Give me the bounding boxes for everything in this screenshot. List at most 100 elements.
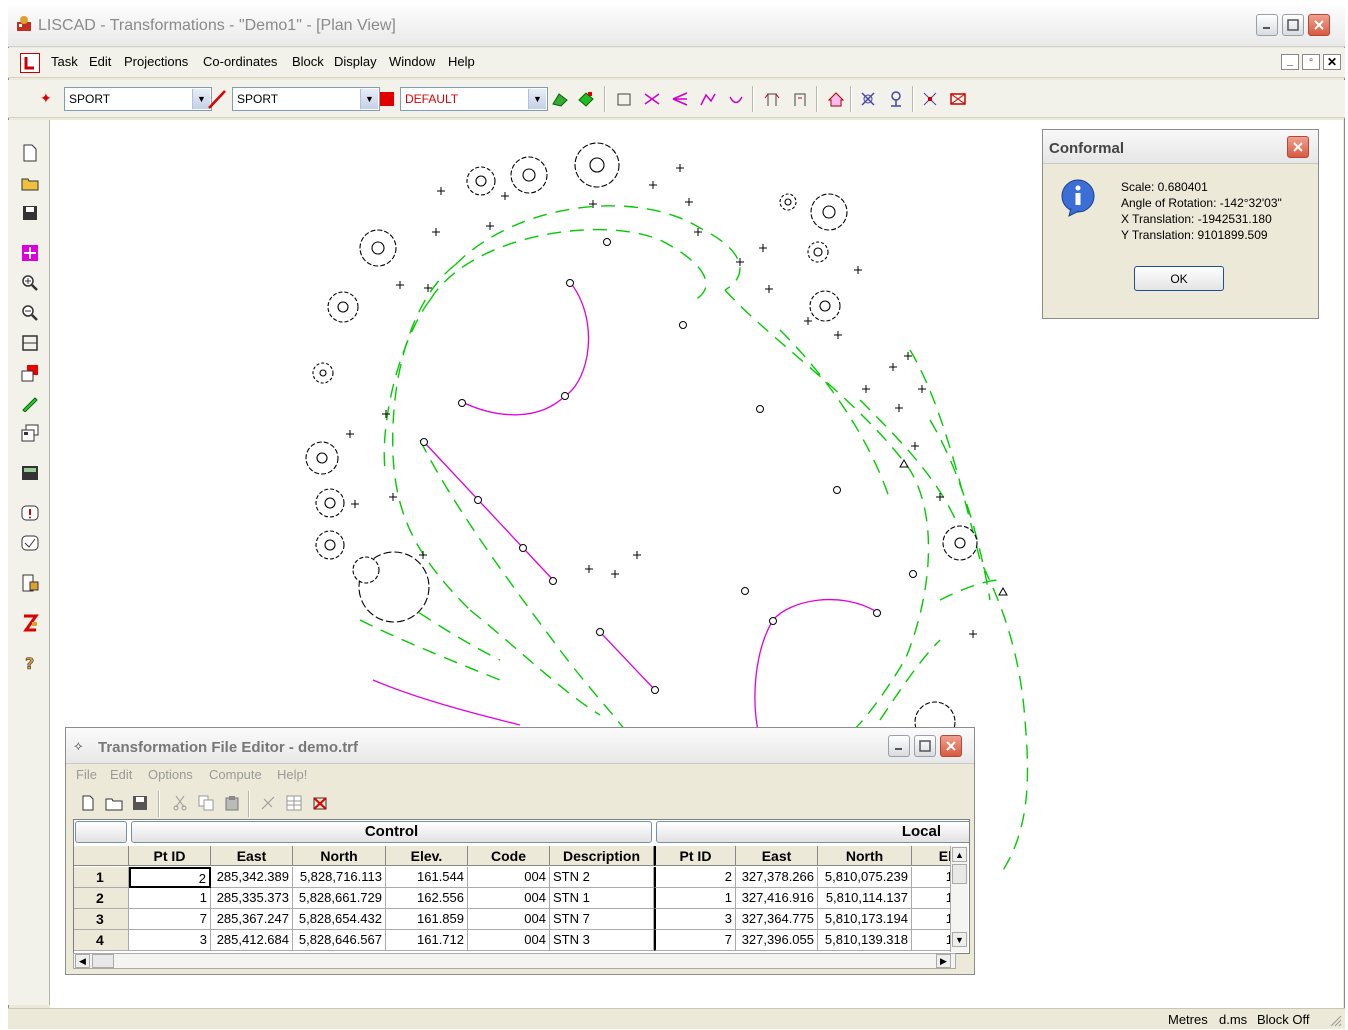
- polyline-tool-icon[interactable]: [696, 87, 720, 111]
- editor-menu-help[interactable]: Help!: [277, 767, 307, 782]
- col-local-ptid[interactable]: Pt ID: [654, 846, 736, 866]
- description-cell[interactable]: STN 7: [550, 909, 654, 930]
- mdi-restore-button[interactable]: ▫: [1302, 54, 1320, 70]
- code-cell[interactable]: 004: [468, 888, 550, 909]
- zoom-extents-icon[interactable]: [19, 242, 41, 264]
- control-ptid-cell[interactable]: 2: [129, 867, 211, 888]
- control-ptid-cell[interactable]: 1: [129, 888, 211, 909]
- control-ptid-cell[interactable]: 7: [129, 909, 211, 930]
- scroll-right-icon[interactable]: ▶: [936, 954, 951, 968]
- menu-window[interactable]: Window: [389, 54, 435, 69]
- col-control-code[interactable]: Code: [468, 846, 550, 866]
- local-ptid-cell[interactable]: 3: [654, 909, 736, 930]
- menu-display[interactable]: Display: [334, 54, 377, 69]
- copy-icon[interactable]: [194, 791, 218, 815]
- save-icon[interactable]: [128, 791, 152, 815]
- alert-icon[interactable]: [19, 502, 41, 524]
- rectangle-tool-icon[interactable]: [612, 87, 636, 111]
- control-north-cell[interactable]: 5,828,654.432: [293, 909, 386, 930]
- control-east-cell[interactable]: 285,335.373: [211, 888, 293, 909]
- zoom-out-icon[interactable]: [19, 302, 41, 324]
- open-folder-icon[interactable]: [102, 791, 126, 815]
- control-north-cell[interactable]: 5,828,661.729: [293, 888, 386, 909]
- pin-tool-icon[interactable]: [884, 87, 908, 111]
- menu-block[interactable]: Block: [292, 54, 324, 69]
- col-local-east[interactable]: East: [736, 846, 818, 866]
- paste-icon[interactable]: [220, 791, 244, 815]
- line-layer-select[interactable]: SPORT ▼: [232, 87, 380, 111]
- scroll-thumb[interactable]: [952, 864, 967, 884]
- minimize-button[interactable]: [1256, 14, 1278, 36]
- layer-tool-1-icon[interactable]: [548, 87, 572, 111]
- col-control-ptid[interactable]: Pt ID: [129, 846, 211, 866]
- local-east-cell[interactable]: 327,378.266: [736, 867, 818, 888]
- control-east-cell[interactable]: 285,367.247: [211, 909, 293, 930]
- col-control-description[interactable]: Description: [550, 846, 654, 866]
- arc-tool-icon[interactable]: [724, 87, 748, 111]
- control-north-cell[interactable]: 5,828,646.567: [293, 930, 386, 951]
- move-point-icon[interactable]: [760, 87, 784, 111]
- description-cell[interactable]: STN 2: [550, 867, 654, 888]
- house-tool-icon[interactable]: [824, 87, 848, 111]
- new-file-icon[interactable]: [19, 142, 41, 164]
- save-icon[interactable]: [19, 202, 41, 224]
- scroll-up-icon[interactable]: ▲: [952, 847, 967, 862]
- control-east-cell[interactable]: 285,342.389: [211, 867, 293, 888]
- local-ptid-cell[interactable]: 2: [654, 867, 736, 888]
- col-control-north[interactable]: North: [293, 846, 386, 866]
- zoom-in-icon[interactable]: [19, 272, 41, 294]
- open-folder-icon[interactable]: [19, 172, 41, 194]
- dialog-close-button[interactable]: [1287, 136, 1309, 158]
- transform-tool-icon[interactable]: [856, 87, 880, 111]
- editor-minimize-button[interactable]: [888, 735, 910, 757]
- scroll-left-icon[interactable]: ◀: [75, 954, 90, 968]
- control-north-cell[interactable]: 5,828,716.113: [293, 867, 386, 888]
- control-elev-cell[interactable]: 161.859: [386, 909, 468, 930]
- control-elev-cell[interactable]: 161.544: [386, 867, 468, 888]
- menu-edit[interactable]: Edit: [89, 54, 111, 69]
- description-cell[interactable]: STN 1: [550, 888, 654, 909]
- report-icon[interactable]: [19, 572, 41, 594]
- col-local-north[interactable]: North: [818, 846, 912, 866]
- menu-coordinates[interactable]: Co-ordinates: [203, 54, 277, 69]
- grid-horizontal-scrollbar[interactable]: ◀ ▶: [73, 953, 956, 969]
- editor-menu-options[interactable]: Options: [148, 767, 193, 782]
- help-icon[interactable]: ?: [19, 652, 41, 674]
- control-ptid-cell[interactable]: 3: [129, 930, 211, 951]
- windows-icon[interactable]: [19, 422, 41, 444]
- control-east-cell[interactable]: 285,412.684: [211, 930, 293, 951]
- description-cell[interactable]: STN 3: [550, 930, 654, 951]
- mdi-minimize-button[interactable]: _: [1281, 54, 1299, 70]
- col-control-east[interactable]: East: [211, 846, 293, 866]
- editor-menu-compute[interactable]: Compute: [209, 767, 262, 782]
- delete-tool-icon[interactable]: [946, 87, 970, 111]
- compute-icon[interactable]: [256, 791, 280, 815]
- editor-menu-file[interactable]: File: [76, 767, 97, 782]
- col-control-elev[interactable]: Elev.: [386, 846, 468, 866]
- ok-button[interactable]: OK: [1134, 266, 1224, 291]
- local-east-cell[interactable]: 327,364.775: [736, 909, 818, 930]
- cut-icon[interactable]: [168, 791, 192, 815]
- menu-help[interactable]: Help: [448, 54, 475, 69]
- local-north-cell[interactable]: 5,810,173.194: [818, 909, 912, 930]
- color-layer-select[interactable]: DEFAULT ▼: [400, 87, 548, 111]
- code-cell[interactable]: 004: [468, 930, 550, 951]
- editor-maximize-button[interactable]: [914, 735, 936, 757]
- scatter-tool-icon[interactable]: [918, 87, 942, 111]
- layers-icon[interactable]: [19, 362, 41, 384]
- resize-grip-icon[interactable]: [1328, 1013, 1342, 1027]
- copy-point-icon[interactable]: [788, 87, 812, 111]
- local-east-cell[interactable]: 327,416.916: [736, 888, 818, 909]
- local-north-cell[interactable]: 5,810,139.318: [818, 930, 912, 951]
- check-icon[interactable]: [19, 532, 41, 554]
- point-layer-select[interactable]: SPORT ▼: [64, 87, 212, 111]
- grid-vertical-scrollbar[interactable]: ▲ ▼: [950, 846, 968, 952]
- close-button[interactable]: [1308, 14, 1330, 36]
- scroll-down-icon[interactable]: ▼: [952, 932, 967, 947]
- editor-close-button[interactable]: [940, 735, 962, 757]
- mdi-close-button[interactable]: ✕: [1323, 54, 1341, 70]
- maximize-button[interactable]: [1282, 14, 1304, 36]
- table-icon[interactable]: [282, 791, 306, 815]
- new-file-icon[interactable]: [76, 791, 100, 815]
- local-east-cell[interactable]: 327,396.055: [736, 930, 818, 951]
